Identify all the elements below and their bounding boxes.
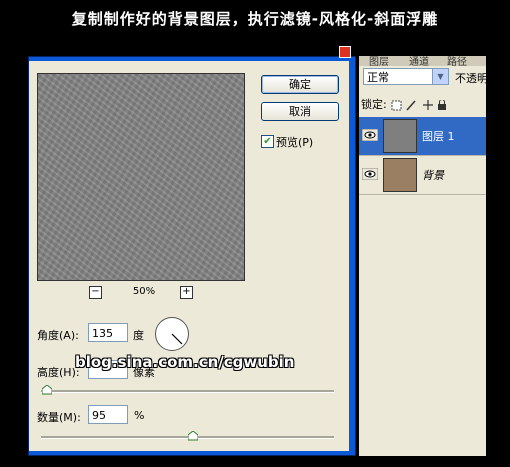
zoom-out-button[interactable]: − <box>89 286 102 299</box>
eye-icon[interactable] <box>361 167 379 181</box>
amount-unit: % <box>134 409 145 422</box>
zoom-in-button[interactable]: + <box>180 286 193 299</box>
angle-label: 角度(A): <box>37 329 79 342</box>
blend-mode-value: 正常 <box>367 71 389 84</box>
lock-row: 锁定: <box>361 96 470 112</box>
layer-name[interactable]: 背景 <box>422 167 444 183</box>
angle-unit: 度 <box>133 329 144 342</box>
watermark-text: blog.sina.com.cn/cgwubin <box>75 353 295 371</box>
angle-dial[interactable] <box>155 317 189 351</box>
angle-input[interactable]: 135 <box>88 323 128 342</box>
height-slider-track[interactable] <box>41 390 334 393</box>
ok-button[interactable]: 确定 <box>261 75 339 94</box>
lock-paint-icon <box>406 100 416 110</box>
tab-layers[interactable]: 图层 <box>369 56 389 66</box>
angle-dial-needle <box>171 333 183 345</box>
lock-move-icon <box>423 99 434 110</box>
emboss-dialog: − 50% + 确定 取消 ✔ 预览(P) 角度(A): 135 度 高度(H)… <box>28 56 356 456</box>
layer-thumbnail <box>383 158 417 192</box>
panel-tabs: 图层 通道 路径 <box>359 56 486 66</box>
lock-transparency-icon <box>391 100 402 110</box>
amount-label: 数量(M): <box>37 411 81 424</box>
amount-input[interactable]: 95 <box>88 405 128 424</box>
tab-channels[interactable]: 通道 <box>409 56 429 66</box>
dialog-border-bottom <box>29 451 355 455</box>
chevron-down-icon[interactable]: ▼ <box>432 69 448 84</box>
filter-preview[interactable] <box>37 73 245 281</box>
height-slider-thumb[interactable] <box>42 385 52 395</box>
tab-paths[interactable]: 路径 <box>447 56 467 66</box>
blend-mode-select[interactable]: 正常 ▼ <box>363 68 449 85</box>
height-label: 高度(H): <box>37 366 80 379</box>
amount-slider-thumb[interactable] <box>188 431 198 441</box>
lock-label: 锁定: <box>361 98 387 111</box>
dialog-border <box>349 57 355 455</box>
close-icon[interactable] <box>339 46 351 58</box>
preview-checkbox[interactable]: ✔ <box>261 135 274 148</box>
opacity-label: 不透明 <box>455 72 488 85</box>
dialog-title-bar[interactable] <box>29 57 355 61</box>
layer-row-layer1[interactable]: 图层 1 <box>359 117 486 156</box>
lock-icons[interactable] <box>390 98 470 111</box>
layer-row-background[interactable]: 背景 <box>359 156 486 195</box>
tutorial-caption: 复制制作好的背景图层，执行滤镜-风格化-斜面浮雕 <box>71 10 439 28</box>
lock-all-icon <box>438 103 447 110</box>
layer-name[interactable]: 图层 1 <box>422 128 455 144</box>
zoom-controls: − 50% + <box>89 286 199 300</box>
zoom-level: 50% <box>132 286 156 297</box>
layers-panel: 图层 通道 路径 正常 ▼ 不透明 锁定: 图层 1 背景 <box>359 56 488 456</box>
cancel-button[interactable]: 取消 <box>261 102 339 121</box>
eye-icon[interactable] <box>361 128 379 142</box>
layer-thumbnail <box>383 119 417 153</box>
preview-checkbox-label: 预览(P) <box>276 136 314 149</box>
